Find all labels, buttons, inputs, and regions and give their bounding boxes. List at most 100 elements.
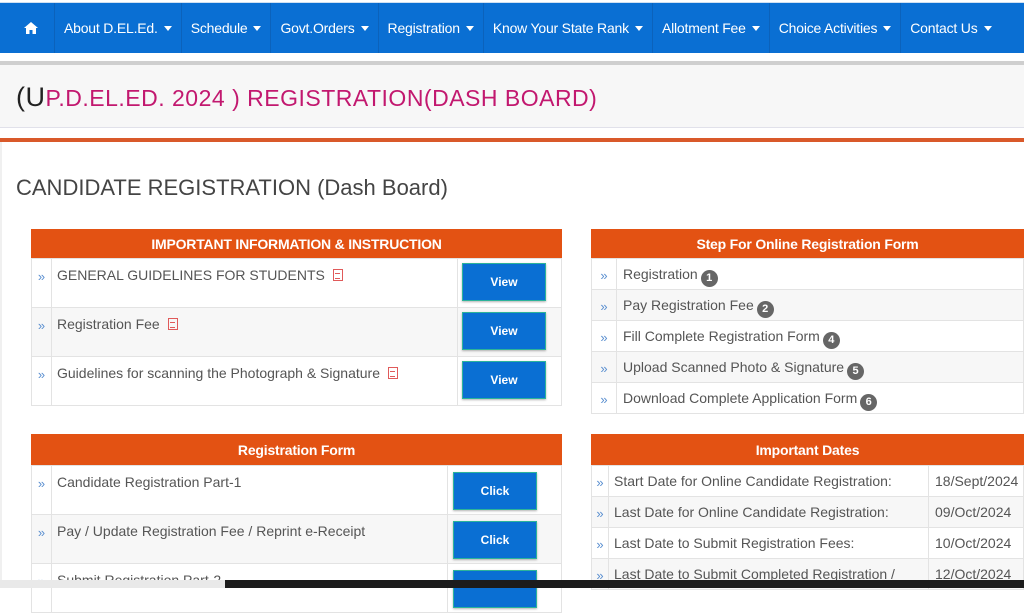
table-row: » Upload Scanned Photo & Signature 5 <box>591 351 1024 383</box>
step-cell[interactable]: Pay Registration Fee 2 <box>616 289 1024 321</box>
bullet-icon: » <box>591 527 609 559</box>
nav-schedule[interactable]: Schedule <box>182 3 272 53</box>
table-row: » Fill Complete Registration Form 4 <box>591 320 1024 352</box>
table-row: » Last Date to Submit Registration Fees:… <box>591 527 1024 559</box>
pdf-icon[interactable] <box>332 269 343 281</box>
row-text-cell: Registration Fee <box>51 307 458 357</box>
button-cell <box>447 563 562 613</box>
caret-down-icon <box>163 25 172 31</box>
bullet-icon: » <box>31 356 52 406</box>
table-row: » Candidate Registration Part-1 Click <box>31 465 562 515</box>
step-badge: 1 <box>700 269 718 287</box>
nav-govt-orders[interactable]: Govt.Orders <box>271 3 379 53</box>
bullet-icon: » <box>31 258 52 308</box>
nav-label: Govt.Orders <box>280 20 355 36</box>
view-button[interactable]: View <box>462 361 546 399</box>
button-cell: View <box>457 258 562 308</box>
date-label: Last Date to Submit Registration Fees: <box>608 527 929 559</box>
panel-title: Important Dates <box>591 434 1024 465</box>
date-label: Start Date for Online Candidate Registra… <box>608 465 929 497</box>
nav-choice-activities[interactable]: Choice Activities <box>770 3 902 53</box>
title-prefix: (U <box>16 82 46 112</box>
nav-contact-us[interactable]: Contact Us <box>901 3 1000 53</box>
panel-title: IMPORTANT INFORMATION & INSTRUCTION <box>31 229 562 258</box>
step-text: Registration <box>623 266 698 282</box>
bullet-icon: » <box>591 465 609 497</box>
pdf-icon[interactable] <box>167 318 178 330</box>
row-text: Guidelines for scanning the Photograph &… <box>57 365 380 381</box>
table-row: » Pay Registration Fee 2 <box>591 289 1024 321</box>
button-cell: View <box>457 307 562 357</box>
date-value: 10/Oct/2024 <box>928 527 1024 559</box>
button-cell: Click <box>447 514 562 564</box>
nav-know-state-rank[interactable]: Know Your State Rank <box>484 3 653 53</box>
click-button[interactable] <box>453 570 537 608</box>
pdf-icon[interactable] <box>388 367 398 379</box>
regform-table: » Candidate Registration Part-1 Click » … <box>31 465 562 613</box>
caret-down-icon <box>751 25 760 31</box>
bottom-overlay-bar <box>0 580 1024 588</box>
date-value: 18/Sept/2024 <box>928 465 1024 497</box>
view-button[interactable]: View <box>462 263 546 301</box>
bullet-icon: » <box>591 382 617 414</box>
step-cell[interactable]: Registration 1 <box>616 258 1024 290</box>
step-badge: 6 <box>860 393 878 411</box>
dates-table: » Start Date for Online Candidate Regist… <box>591 465 1024 590</box>
bullet-icon: » <box>31 514 52 564</box>
page-title: (UP.D.EL.ED. 2024 ) REGISTRATION(DASH BO… <box>16 82 597 113</box>
click-button[interactable]: Click <box>453 472 537 510</box>
info-table: » GENERAL GUIDELINES FOR STUDENTS View »… <box>31 258 562 406</box>
table-row: » Start Date for Online Candidate Regist… <box>591 465 1024 497</box>
page-heading: CANDIDATE REGISTRATION (Dash Board) <box>16 175 448 200</box>
click-button[interactable]: Click <box>453 521 537 559</box>
table-row: » Download Complete Application Form 6 <box>591 382 1024 414</box>
caret-down-icon <box>883 25 892 31</box>
table-row: » Pay / Update Registration Fee / Reprin… <box>31 514 562 564</box>
nav-about-deled[interactable]: About D.EL.Ed. <box>55 3 182 53</box>
step-text: Upload Scanned Photo & Signature <box>623 359 845 375</box>
overlay-light-segment <box>0 580 225 588</box>
bullet-icon: » <box>591 496 609 528</box>
bullet-icon: » <box>31 563 52 613</box>
caret-down-icon <box>634 25 643 31</box>
row-text: Pay / Update Registration Fee / Reprint … <box>51 514 448 564</box>
important-dates-panel: Important Dates » Start Date for Online … <box>591 434 1024 590</box>
info-panel: IMPORTANT INFORMATION & INSTRUCTION » GE… <box>31 229 562 406</box>
panel-title: Step For Online Registration Form <box>591 229 1024 258</box>
date-value: 09/Oct/2024 <box>928 496 1024 528</box>
caret-down-icon <box>465 25 474 31</box>
step-cell[interactable]: Download Complete Application Form 6 <box>616 382 1024 414</box>
nav-home[interactable] <box>0 3 55 53</box>
bullet-icon: » <box>591 289 617 321</box>
bullet-icon: » <box>31 307 52 357</box>
table-row: » GENERAL GUIDELINES FOR STUDENTS View <box>31 258 562 308</box>
view-button[interactable]: View <box>462 312 546 350</box>
caret-down-icon <box>983 25 992 31</box>
row-text-cell: GENERAL GUIDELINES FOR STUDENTS <box>51 258 458 308</box>
nav-allotment-fee[interactable]: Allotment Fee <box>653 3 770 53</box>
overlay-dark-segment <box>225 580 1024 588</box>
caret-down-icon <box>360 25 369 31</box>
nav-label: Registration <box>387 20 461 36</box>
bullet-icon: » <box>591 320 617 352</box>
step-badge: 5 <box>847 362 865 380</box>
row-text: Submit Registration Part-2 <box>51 563 448 613</box>
row-text-cell: Guidelines for scanning the Photograph &… <box>51 356 458 406</box>
step-text: Download Complete Application Form <box>623 390 858 406</box>
nav-label: Contact Us <box>910 20 978 36</box>
nav-label: About D.EL.Ed. <box>64 20 158 36</box>
row-text: GENERAL GUIDELINES FOR STUDENTS <box>57 267 325 283</box>
table-row: » Last Date for Online Candidate Registr… <box>591 496 1024 528</box>
step-badge: 2 <box>756 300 774 318</box>
row-text: Registration Fee <box>57 316 160 332</box>
step-badge: 4 <box>822 331 840 349</box>
steps-table: » Registration 1 » Pay Registration Fee 2 … <box>591 258 1024 414</box>
step-cell[interactable]: Fill Complete Registration Form 4 <box>616 320 1024 352</box>
step-text: Fill Complete Registration Form <box>623 328 820 344</box>
nav-registration[interactable]: Registration <box>379 3 484 53</box>
nav-label: Know Your State Rank <box>492 20 629 36</box>
top-navbar: About D.EL.Ed. Schedule Govt.Orders Regi… <box>0 2 1024 53</box>
step-cell[interactable]: Upload Scanned Photo & Signature 5 <box>616 351 1024 383</box>
table-row: » Submit Registration Part-2 <box>31 563 562 613</box>
nav-label: Schedule <box>190 20 248 36</box>
